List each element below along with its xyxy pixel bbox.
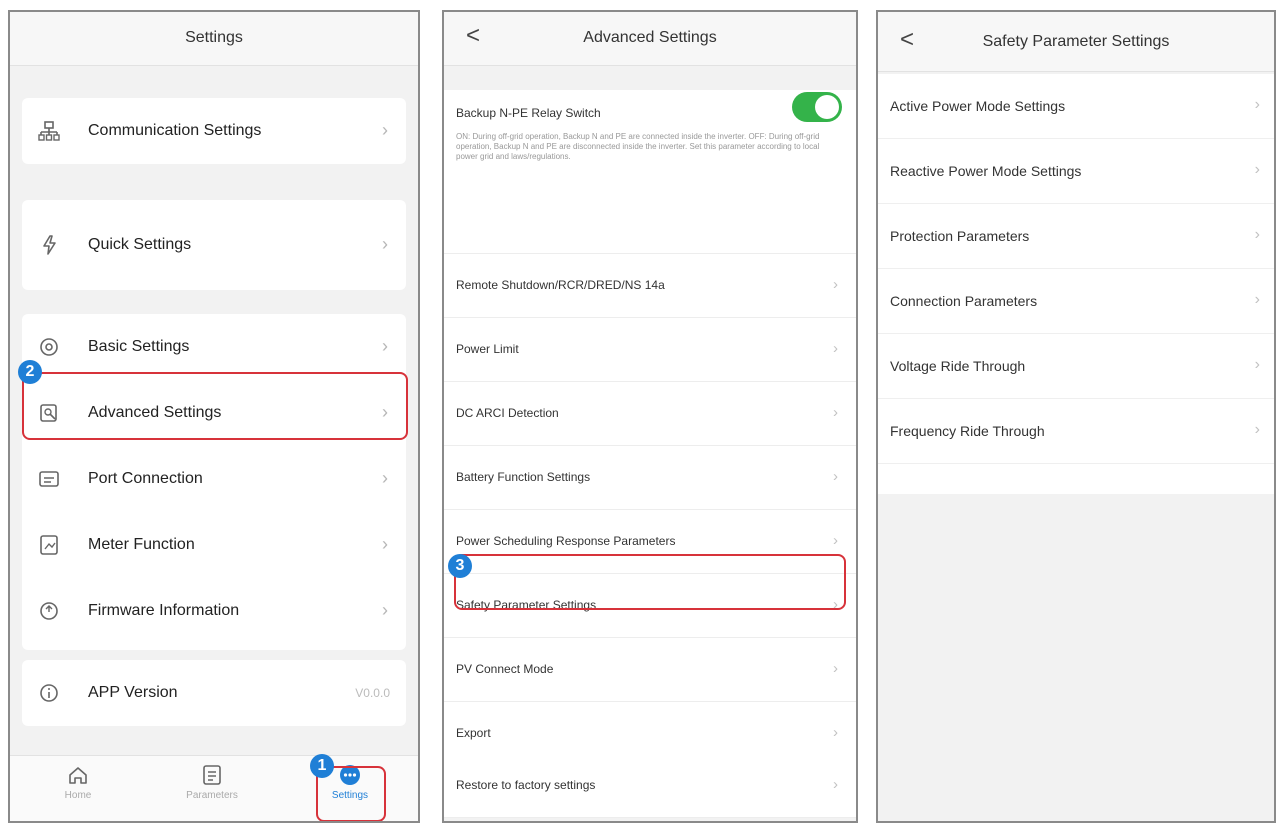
chevron-right-icon: › xyxy=(833,660,838,677)
chevron-right-icon: › xyxy=(1254,226,1260,243)
item-label: Connection Parameters xyxy=(890,293,1038,309)
advanced-settings-screen: < Advanced Settings Remote Shutdown/RCR/… xyxy=(442,10,858,823)
list-item[interactable]: Frequency Ride Through › xyxy=(878,399,1274,464)
chevron-right-icon: › xyxy=(833,276,838,293)
advanced-settings-header: < Advanced Settings xyxy=(444,12,856,66)
chevron-right-icon: › xyxy=(382,234,388,254)
list-item[interactable]: DC ARCI Detection › xyxy=(444,382,856,446)
item-label: Export xyxy=(456,726,491,740)
safety-parameter-header: < Safety Parameter Settings xyxy=(878,12,1274,72)
item-label: Power Limit xyxy=(456,342,519,356)
item-label: Voltage Ride Through xyxy=(890,358,1026,374)
list-item[interactable]: Active Power Mode Settings › xyxy=(878,74,1274,139)
safety-parameter-highlight xyxy=(454,554,846,610)
quick-settings-card: Quick Settings › xyxy=(22,200,406,290)
quick-settings-icon xyxy=(38,234,60,256)
item-label: DC ARCI Detection xyxy=(456,406,559,420)
communication-settings-item[interactable]: Communication Settings › xyxy=(22,98,406,164)
app-version-card: APP Version V0.0.0 xyxy=(22,660,406,726)
item-label: Power Scheduling Response Parameters xyxy=(456,534,676,548)
list-item[interactable]: Reactive Power Mode Settings › xyxy=(878,139,1274,204)
page-title: Advanced Settings xyxy=(583,29,717,46)
firmware-information-item[interactable]: Firmware Information › xyxy=(22,578,406,644)
item-label: Active Power Mode Settings xyxy=(890,98,1066,114)
settings-screen: Settings Communication Settings › Quick … xyxy=(8,10,420,823)
meter-function-item[interactable]: Meter Function › xyxy=(22,512,406,578)
list-item[interactable]: Connection Parameters › xyxy=(878,269,1274,334)
page-title: Safety Parameter Settings xyxy=(982,33,1170,50)
safety-parameter-list: Active Power Mode Settings › Reactive Po… xyxy=(878,74,1274,494)
item-label: Firmware Information xyxy=(88,602,240,619)
item-label: Quick Settings xyxy=(88,236,192,253)
settings-header: Settings xyxy=(10,12,418,66)
step-badge-1: 1 xyxy=(310,754,334,778)
list-item[interactable]: Protection Parameters › xyxy=(878,204,1274,269)
port-connection-item[interactable]: Port Connection › xyxy=(22,446,406,512)
chevron-right-icon: › xyxy=(382,120,388,140)
list-item[interactable]: Voltage Ride Through › xyxy=(878,334,1274,399)
chevron-right-icon: › xyxy=(382,336,388,356)
item-label: Reactive Power Mode Settings xyxy=(890,163,1082,179)
basic-settings-item[interactable]: Basic Settings › xyxy=(22,314,406,380)
item-label: Port Connection xyxy=(88,470,203,487)
list-item[interactable]: Restore to factory settings › xyxy=(444,754,856,818)
port-icon xyxy=(38,468,60,490)
info-icon xyxy=(38,682,60,704)
firmware-icon xyxy=(38,600,60,622)
item-label: Restore to factory settings xyxy=(456,778,596,792)
meter-icon xyxy=(38,534,60,556)
backup-relay-toggle[interactable] xyxy=(792,92,842,122)
list-item[interactable]: Remote Shutdown/RCR/DRED/NS 14a › xyxy=(444,254,856,318)
item-label: Meter Function xyxy=(88,536,195,553)
chevron-right-icon: › xyxy=(1254,291,1260,308)
chevron-right-icon: › xyxy=(833,404,838,421)
safety-parameter-settings-screen: < Safety Parameter Settings Active Power… xyxy=(876,10,1276,823)
item-label: PV Connect Mode xyxy=(456,662,554,676)
chevron-right-icon: › xyxy=(1254,421,1260,438)
gear-icon xyxy=(38,336,60,358)
page-title: Settings xyxy=(185,29,243,46)
chevron-right-icon: › xyxy=(833,340,838,357)
backup-relay-description: ON: During off-grid operation, Backup N … xyxy=(456,132,820,161)
advanced-settings-list: Remote Shutdown/RCR/DRED/NS 14a › Power … xyxy=(444,90,856,790)
chevron-right-icon: › xyxy=(382,534,388,554)
app-version-value: V0.0.0 xyxy=(355,686,390,700)
backup-relay-title: Backup N-PE Relay Switch xyxy=(456,106,601,120)
chevron-right-icon: › xyxy=(833,776,838,793)
chevron-right-icon: › xyxy=(1254,356,1260,373)
chevron-right-icon: › xyxy=(833,532,838,549)
item-label: Basic Settings xyxy=(88,338,190,355)
item-label: APP Version xyxy=(88,684,178,701)
app-version-item: APP Version V0.0.0 xyxy=(22,660,406,726)
communication-settings-card: Communication Settings › xyxy=(22,98,406,164)
chevron-right-icon: › xyxy=(382,468,388,488)
step-badge-2: 2 xyxy=(18,360,42,384)
item-label: Communication Settings xyxy=(88,122,262,139)
chevron-right-icon: › xyxy=(1254,161,1260,178)
network-icon xyxy=(38,120,60,142)
advanced-settings-highlight xyxy=(22,372,408,440)
home-icon xyxy=(67,764,89,786)
tab-home[interactable]: Home xyxy=(38,764,118,801)
parameters-icon xyxy=(201,764,223,786)
settings-list-card: Basic Settings › Advanced Settings › Por… xyxy=(22,314,406,650)
tab-parameters[interactable]: Parameters xyxy=(172,764,252,801)
chevron-right-icon: › xyxy=(382,600,388,620)
step-badge-3: 3 xyxy=(448,554,472,578)
chevron-right-icon: › xyxy=(833,724,838,741)
list-item[interactable]: Battery Function Settings › xyxy=(444,446,856,510)
list-item[interactable]: Power Limit › xyxy=(444,318,856,382)
chevron-right-icon: › xyxy=(833,468,838,485)
item-label: Battery Function Settings xyxy=(456,470,591,484)
tab-label: Home xyxy=(64,790,92,801)
item-label: Frequency Ride Through xyxy=(890,423,1045,439)
item-label: Remote Shutdown/RCR/DRED/NS 14a xyxy=(456,278,665,292)
chevron-right-icon: › xyxy=(1254,96,1260,113)
quick-settings-item[interactable]: Quick Settings › xyxy=(22,212,406,278)
item-label: Protection Parameters xyxy=(890,228,1030,244)
list-item[interactable]: PV Connect Mode › xyxy=(444,638,856,702)
tab-label: Parameters xyxy=(186,790,238,801)
